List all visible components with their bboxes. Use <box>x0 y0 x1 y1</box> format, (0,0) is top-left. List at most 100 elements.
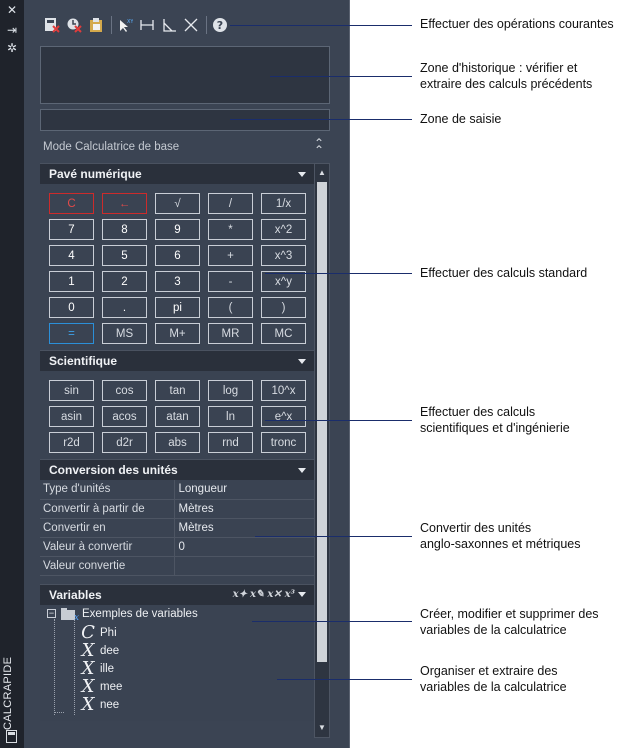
collapse-node-icon[interactable]: − <box>47 609 56 618</box>
calc-key[interactable]: tan <box>155 380 200 401</box>
calc-key[interactable]: d2r <box>102 432 147 453</box>
clear-icon[interactable] <box>42 15 62 35</box>
calc-key[interactable]: log <box>208 380 253 401</box>
calculator-icon <box>6 730 17 743</box>
variable-category[interactable]: − x Exemples de variables <box>47 605 198 623</box>
calc-key[interactable]: 7 <box>49 219 94 240</box>
callout-text: Créer, modifier et supprimer des variabl… <box>420 607 599 637</box>
scientific-section: sin cos tan log 10^x asin acos atan ln e^x r2d d2r a… <box>40 371 314 459</box>
calc-key[interactable]: √ <box>155 193 200 214</box>
calc-key[interactable]: x^2 <box>261 219 306 240</box>
calc-key[interactable]: tronc <box>261 432 306 453</box>
calc-key[interactable]: MR <box>208 323 253 344</box>
units-row[interactable]: Valeur à convertir 0 <box>40 537 314 557</box>
calc-key[interactable]: / <box>208 193 253 214</box>
calc-key[interactable]: + <box>208 245 253 266</box>
edit-variable-icon[interactable]: x✎ <box>250 589 264 600</box>
intersection-icon[interactable] <box>181 15 201 35</box>
calc-key[interactable]: 8 <box>102 219 147 240</box>
expand-arrow-icon[interactable] <box>298 592 306 597</box>
angle-icon[interactable] <box>159 15 179 35</box>
calc-key[interactable]: x^3 <box>261 245 306 266</box>
calc-key[interactable]: x^y <box>261 271 306 292</box>
pin-icon[interactable]: ⇥ <box>4 24 20 36</box>
calc-key[interactable]: * <box>208 219 253 240</box>
calc-key[interactable]: sin <box>49 380 94 401</box>
calc-key[interactable]: atan <box>155 406 200 427</box>
scroll-thumb[interactable] <box>317 182 327 662</box>
input-box[interactable] <box>40 109 330 131</box>
calc-key[interactable]: . <box>102 297 147 318</box>
calc-key[interactable]: 4 <box>49 245 94 266</box>
calc-key[interactable]: e^x <box>261 406 306 427</box>
calc-key[interactable]: ) <box>261 297 306 318</box>
variable-item[interactable]: X dee <box>80 641 120 660</box>
new-variable-icon[interactable]: x✦ <box>233 589 247 600</box>
paste-icon[interactable] <box>86 15 106 35</box>
variable-item[interactable]: C Phi <box>80 621 117 643</box>
calc-key[interactable]: 0 <box>49 297 94 318</box>
variable-item[interactable]: X nee <box>80 695 120 714</box>
calc-key[interactable]: 3 <box>155 271 200 292</box>
calc-key[interactable]: rnd <box>208 432 253 453</box>
expand-arrow-icon[interactable] <box>298 358 306 364</box>
calc-key[interactable]: C <box>49 193 94 214</box>
scroll-down-icon[interactable]: ▼ <box>315 721 329 735</box>
calc-key[interactable]: ← <box>102 193 147 214</box>
gear-icon[interactable]: ✲ <box>4 42 20 54</box>
units-row[interactable]: Convertir en Mètres <box>40 518 314 538</box>
variables-header[interactable]: Variables x✦ x✎ x✕ x³ <box>40 583 314 605</box>
callout-text: Organiser et extraire des variables de l… <box>420 664 567 694</box>
units-value[interactable]: Longueur <box>174 480 314 500</box>
calc-key[interactable]: MC <box>261 323 306 344</box>
calc-key[interactable]: acos <box>102 406 147 427</box>
calculate-variable-icon[interactable]: x³ <box>285 589 295 600</box>
callout-line <box>277 679 412 680</box>
units-label: Convertir en <box>40 518 175 538</box>
scroll-up-icon[interactable]: ▲ <box>315 166 329 180</box>
expand-arrow-icon[interactable] <box>298 171 306 177</box>
calc-key[interactable]: 9 <box>155 219 200 240</box>
calc-key[interactable]: pi <box>155 297 200 318</box>
calc-key[interactable]: 6 <box>155 245 200 266</box>
vertical-scrollbar[interactable]: ▲ ▼ <box>314 163 330 738</box>
scientific-header[interactable]: Scientifique <box>40 350 314 371</box>
constant-icon: C <box>81 621 95 643</box>
units-value[interactable]: Mètres <box>174 518 314 538</box>
variable-icon: X <box>81 657 95 679</box>
distance-icon[interactable] <box>137 15 157 35</box>
delete-variable-icon[interactable]: x✕ <box>267 589 281 600</box>
calc-key[interactable]: 2 <box>102 271 147 292</box>
variable-item[interactable]: X ille <box>80 657 114 679</box>
calc-key[interactable]: ( <box>208 297 253 318</box>
units-value[interactable]: Mètres <box>174 499 314 519</box>
expand-arrow-icon[interactable] <box>298 467 306 473</box>
history-area[interactable] <box>40 46 330 104</box>
units-value[interactable]: 0 <box>174 537 314 557</box>
units-row[interactable]: Convertir à partir de Mètres <box>40 499 314 519</box>
calc-key[interactable]: 5 <box>102 245 147 266</box>
calc-key[interactable]: ln <box>208 406 253 427</box>
units-row[interactable]: Valeur convertie <box>40 556 314 576</box>
clear-history-icon[interactable] <box>64 15 84 35</box>
calc-key[interactable]: 1/x <box>261 193 306 214</box>
numpad-header[interactable]: Pavé numérique <box>40 163 314 184</box>
variable-item[interactable]: X mee <box>80 677 123 696</box>
calc-key[interactable]: r2d <box>49 432 94 453</box>
units-header[interactable]: Conversion des unités <box>40 459 314 480</box>
calc-key[interactable]: asin <box>49 406 94 427</box>
calc-key[interactable]: - <box>208 271 253 292</box>
calc-key[interactable]: MS <box>102 323 147 344</box>
calc-key[interactable]: cos <box>102 380 147 401</box>
calc-key[interactable]: 1 <box>49 271 94 292</box>
help-icon[interactable]: ? <box>210 15 230 35</box>
units-row[interactable]: Type d'unités Longueur <box>40 480 314 500</box>
calc-key[interactable]: 10^x <box>261 380 306 401</box>
get-coordinates-icon[interactable]: XY <box>115 15 135 35</box>
calc-key[interactable]: M+ <box>155 323 200 344</box>
close-icon[interactable]: ✕ <box>4 4 20 16</box>
calc-key[interactable]: abs <box>155 432 200 453</box>
collapse-icon[interactable]: ⌃ ⌃ <box>312 137 326 156</box>
calc-key[interactable]: = <box>49 323 94 344</box>
